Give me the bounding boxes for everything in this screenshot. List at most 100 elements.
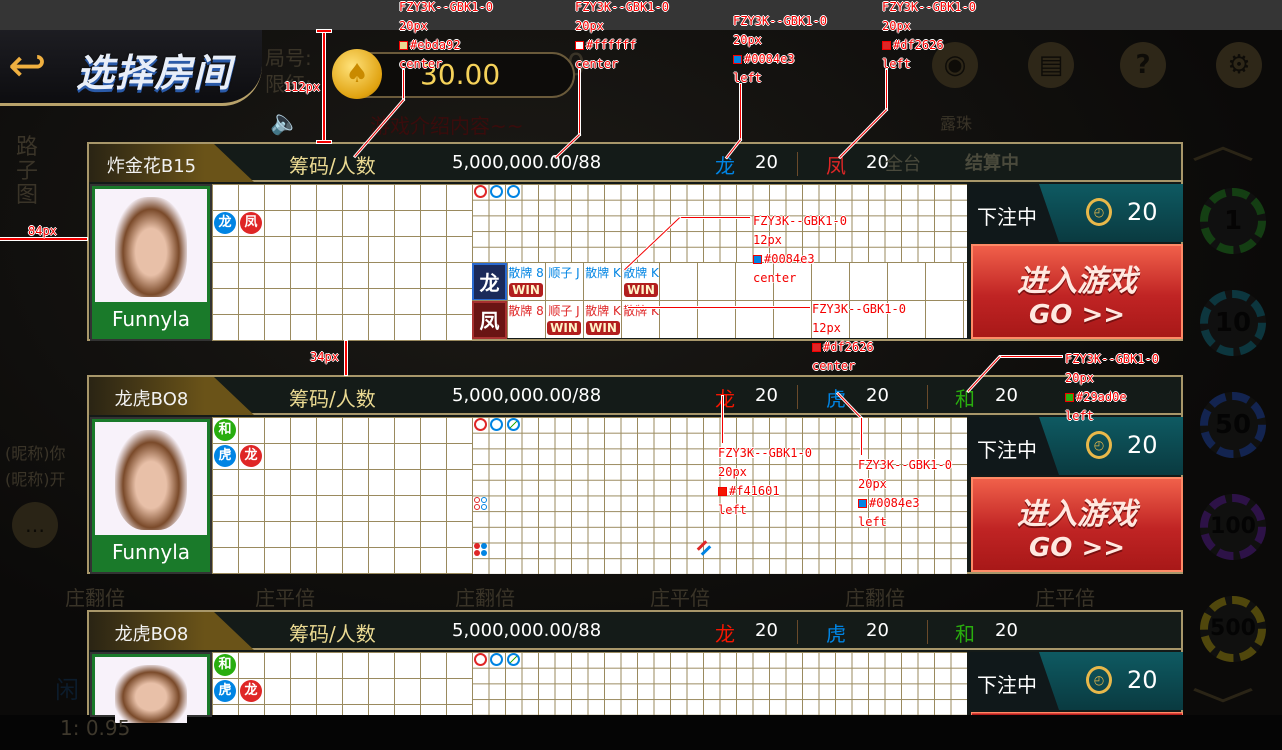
bead-tiger: 虎: [214, 680, 236, 702]
annotation-color: #0084e3: [764, 252, 815, 266]
color-swatch: [882, 41, 891, 50]
annotation-align: left: [882, 57, 911, 71]
hand-text: 顺子 J: [548, 304, 580, 318]
bead-dragon: 龙: [214, 212, 236, 234]
stat-value: 20: [755, 152, 778, 173]
ring-blue: [490, 185, 503, 198]
scroll-up-icon[interactable]: ︿: [1191, 112, 1255, 170]
chip-value: 5,000,000.00/88: [452, 152, 602, 173]
spec-annotation: FZY3K--GBK1-0 12px #df2626 center: [812, 300, 906, 376]
chip-10[interactable]: 10: [1200, 290, 1266, 356]
chip-500[interactable]: 500: [1200, 596, 1266, 662]
win-badge: WIN: [624, 283, 658, 297]
annotation-size: 20px: [399, 19, 428, 33]
room-card[interactable]: 龙虎BO8 筹码/人数 5,000,000.00/88 龙 20 虎 20 和 …: [87, 375, 1183, 574]
go-label: GO >>: [1028, 533, 1126, 563]
bead-dragon: 龙: [240, 445, 262, 467]
enter-game-button[interactable]: 进入游戏 GO >>: [971, 477, 1183, 572]
notebook-icon[interactable]: ▤: [1028, 42, 1074, 88]
host-avatar[interactable]: Funnyla: [90, 184, 212, 341]
side-tab-roadmap[interactable]: 路子图: [16, 136, 44, 208]
dimension-line: [323, 30, 325, 142]
hand-text: 散牌 K: [623, 304, 659, 318]
small-dot: [474, 550, 480, 556]
bead-tie: 和: [214, 419, 236, 441]
ring-red: [474, 185, 487, 198]
host-photo: [115, 665, 187, 723]
dimension-line: [317, 141, 331, 143]
host-avatar[interactable]: Funnyla: [90, 417, 212, 574]
timer-value: 20: [1127, 666, 1158, 694]
color-swatch: [733, 55, 742, 64]
annotation-size: 12px: [812, 321, 841, 335]
annotation-align: left: [718, 503, 747, 517]
timer-value: 20: [1127, 431, 1158, 459]
road-cell: 散牌 K WIN: [622, 263, 660, 301]
hand-text: 顺子 J: [548, 266, 580, 280]
road-cell: 散牌 K WIN: [584, 301, 622, 339]
dimension-label: 84px: [28, 224, 57, 238]
annotation-font: FZY3K--GBK1-0: [399, 0, 493, 14]
stat-value: 20: [866, 385, 889, 406]
chip-1[interactable]: 1: [1200, 188, 1266, 254]
tab-all[interactable]: 全台: [885, 150, 921, 176]
divider: [797, 152, 798, 176]
odds-label: 1: 0.95: [60, 716, 131, 740]
annotation-leader-line: [1000, 356, 1062, 357]
stopwatch-icon: ◴: [1086, 431, 1112, 459]
bet-label: 庄翻倍: [65, 586, 125, 610]
annotation-size: 20px: [882, 19, 911, 33]
enter-game-button[interactable]: [971, 712, 1183, 715]
stat-label-dragon: 龙: [715, 154, 735, 178]
scroll-down-icon[interactable]: ﹀: [1191, 686, 1255, 730]
host-name: Funnyla: [95, 535, 207, 569]
page-title: 选择房间: [76, 51, 233, 95]
ring-blue: [490, 653, 503, 666]
annotation-color: #ebda92: [410, 38, 461, 52]
small-ring: [481, 504, 487, 510]
annotation-size: 20px: [733, 33, 762, 47]
gear-icon[interactable]: ⚙: [1216, 42, 1262, 88]
annotation-leader-line: [886, 70, 887, 110]
road-cell: 散牌 8 WIN: [507, 263, 545, 301]
chip-50[interactable]: 50: [1200, 392, 1266, 458]
help-icon[interactable]: ?: [1120, 42, 1166, 88]
speaker-icon[interactable]: 🔈: [270, 108, 300, 136]
win-badge: WIN: [586, 321, 620, 335]
annotation-leader-line: [579, 70, 580, 135]
bottom-bar: [0, 715, 1282, 750]
annotation-size: 20px: [1065, 371, 1094, 385]
small-ring: [481, 497, 487, 503]
enter-game-button[interactable]: 进入游戏 GO >>: [971, 244, 1183, 339]
room-name: 炸金花B15: [106, 156, 197, 177]
chat-icon[interactable]: …: [12, 502, 58, 548]
dimension-line: [345, 341, 347, 375]
room-name: 龙虎BO8: [114, 389, 189, 410]
bead-tie: 和: [214, 654, 236, 676]
small-dot: [481, 543, 487, 549]
bead-tiger: 虎: [214, 445, 236, 467]
chip-100[interactable]: 100: [1200, 494, 1266, 560]
spec-annotation: FZY3K--GBK1-0 12px #0084e3 center: [753, 212, 847, 288]
color-swatch: [575, 41, 584, 50]
big-road-grid: [472, 184, 967, 263]
tab-beads[interactable]: 露珠: [940, 110, 972, 134]
room-card[interactable]: 龙虎BO8 筹码/人数 5,000,000.00/88 龙 20 虎 20 和 …: [87, 610, 1183, 723]
annotation-font: FZY3K--GBK1-0: [718, 446, 812, 460]
chat-line: (昵称)你: [5, 444, 66, 463]
annotation-size: 20px: [858, 477, 887, 491]
divider: [927, 620, 928, 644]
host-avatar[interactable]: [90, 652, 212, 723]
chip-label: 筹码/人数: [289, 387, 376, 411]
stat-label-tie: 和: [955, 622, 975, 646]
bead-phoenix: 凤: [240, 212, 262, 234]
player-label: 闲: [55, 676, 79, 704]
road-cell: 散牌 8: [507, 301, 545, 339]
hand-text: 散牌 K: [585, 266, 621, 280]
spec-annotation: FZY3K--GBK1-0 20px #ffffff center: [575, 0, 669, 74]
annotation-align: left: [733, 71, 762, 85]
back-arrow-icon[interactable]: ↩: [8, 42, 47, 88]
dimension-label: 112px: [284, 80, 321, 94]
annotation-leader-line: [403, 70, 404, 100]
stat-label-tiger: 虎: [826, 622, 846, 646]
